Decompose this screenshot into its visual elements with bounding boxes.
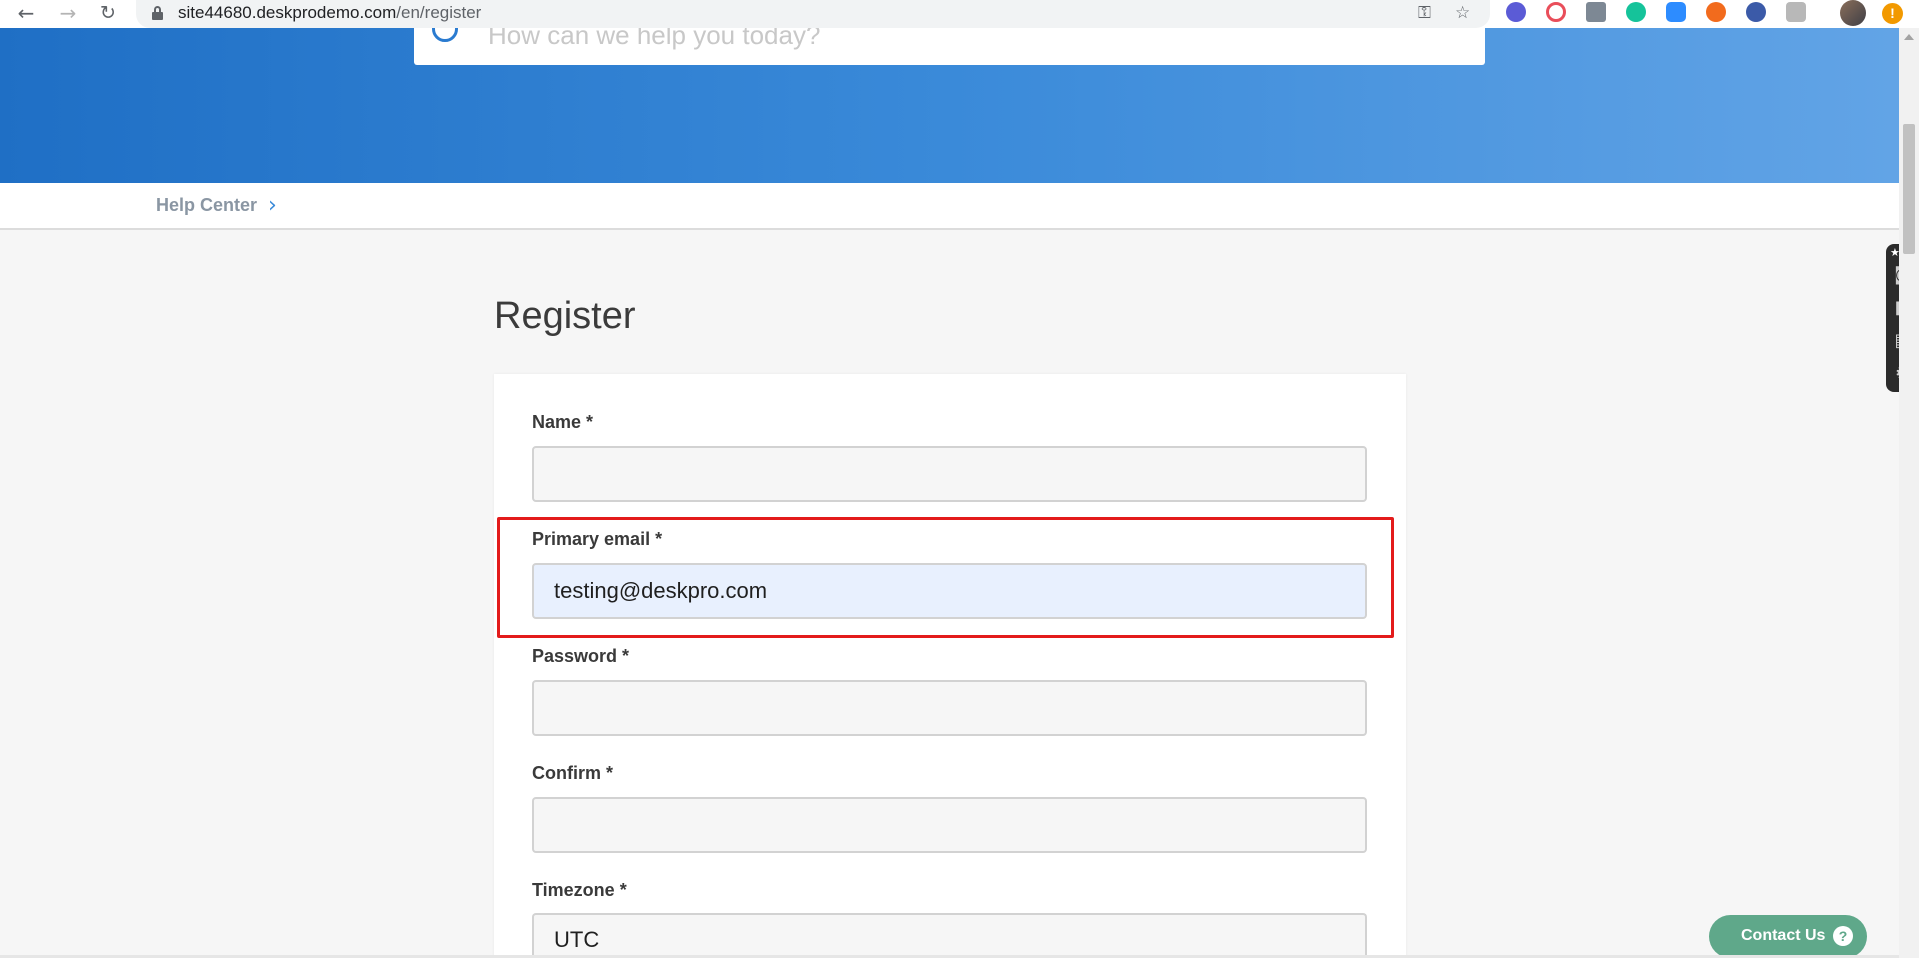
scrollbar[interactable] xyxy=(1899,28,1919,958)
extension-check-icon[interactable] xyxy=(1506,2,1526,22)
hero-banner: How can we help you today? xyxy=(0,28,1899,183)
extension-image-icon[interactable] xyxy=(1586,2,1606,22)
scroll-up-icon[interactable] xyxy=(1904,34,1914,40)
search-icon xyxy=(432,28,458,42)
update-alert-icon[interactable]: ! xyxy=(1882,3,1903,24)
page-title: Register xyxy=(494,295,636,337)
star-icon[interactable]: ☆ xyxy=(1455,3,1470,23)
key-icon[interactable]: ⚿ xyxy=(1418,3,1431,23)
back-arrow-icon[interactable]: ← xyxy=(14,1,38,25)
confirm-label: Confirm * xyxy=(532,763,613,783)
contact-us-button[interactable]: Contact Us ? xyxy=(1709,915,1867,958)
password-field[interactable] xyxy=(532,680,1367,736)
url-text[interactable]: site44680.deskprodemo.com/en/register xyxy=(178,3,481,23)
timezone-select[interactable]: UTC xyxy=(532,913,1367,958)
grammarly-icon[interactable] xyxy=(1626,2,1646,22)
search-input[interactable]: How can we help you today? xyxy=(414,28,1485,65)
name-field[interactable] xyxy=(532,446,1367,502)
password-label: Password * xyxy=(532,646,630,666)
extension-swirl-icon[interactable] xyxy=(1546,2,1566,22)
breadcrumb-help-center[interactable]: Help Center xyxy=(156,195,257,216)
chevron-right-icon: › xyxy=(268,193,277,218)
contact-us-label: Contact Us xyxy=(1741,927,1826,944)
email-highlight-box xyxy=(497,517,1394,638)
search-placeholder: How can we help you today? xyxy=(488,28,821,50)
help-icon: ? xyxy=(1833,926,1853,946)
zoom-icon[interactable] xyxy=(1666,2,1686,22)
lock-icon xyxy=(152,6,163,20)
address-bar[interactable]: site44680.deskprodemo.com/en/register ⚿ … xyxy=(136,0,1490,28)
name-label: Name * xyxy=(532,412,594,432)
reload-icon[interactable]: ↻ xyxy=(96,1,120,25)
extension-globe-icon[interactable] xyxy=(1746,2,1766,22)
forward-arrow-icon[interactable]: → xyxy=(56,1,80,25)
camera-icon[interactable] xyxy=(1786,2,1806,22)
extension-orange-icon[interactable] xyxy=(1706,2,1726,22)
timezone-label: Timezone * xyxy=(532,880,627,900)
browser-toolbar: ← → ↻ site44680.deskprodemo.com/en/regis… xyxy=(0,0,1919,28)
breadcrumb: Help Center › xyxy=(0,183,1899,230)
scroll-thumb[interactable] xyxy=(1903,124,1915,254)
avatar[interactable] xyxy=(1840,0,1866,26)
confirm-password-field[interactable] xyxy=(532,797,1367,853)
